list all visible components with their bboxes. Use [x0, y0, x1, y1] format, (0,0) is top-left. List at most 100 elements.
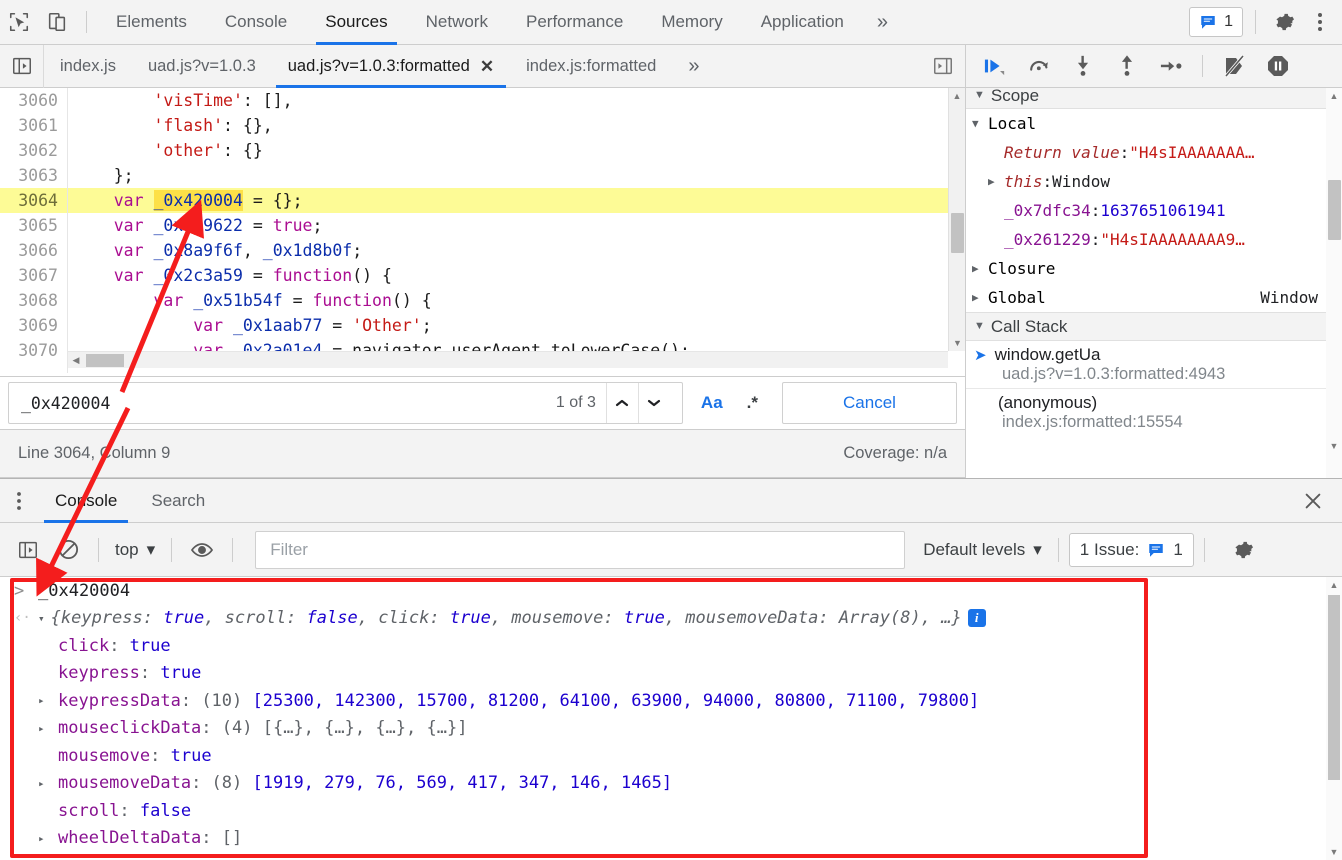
scope-group-local[interactable]: ▼ Local [966, 109, 1342, 138]
console-output[interactable]: > _0x420004 ‹· ▾ {keypress: true, scroll… [0, 577, 1342, 860]
scope-group-global[interactable]: ▶ Global Window [966, 283, 1342, 312]
chevron-right-icon[interactable]: ▸ [38, 722, 52, 735]
line-number[interactable]: 3060 [0, 88, 68, 113]
chevron-right-icon[interactable]: ▸ [38, 777, 52, 790]
search-next-button[interactable] [637, 383, 670, 423]
chevron-right-icon[interactable]: ▸ [38, 694, 52, 707]
code-line[interactable]: 3066 var _0x8a9f6f, _0x1d8b0f; [0, 238, 965, 263]
code-line[interactable]: 3063 }; [0, 163, 965, 188]
tab-performance[interactable]: Performance [507, 0, 642, 45]
line-number[interactable]: 3070 [0, 338, 68, 363]
step-over-icon[interactable] [1024, 51, 1054, 81]
more-files-chevron-icon[interactable]: » [672, 55, 715, 78]
scroll-up-arrow-icon[interactable]: ▲ [1326, 88, 1342, 104]
scrollbar-thumb[interactable] [1328, 180, 1341, 240]
more-panels-chevron-icon[interactable]: » [863, 11, 902, 34]
tab-sources[interactable]: Sources [306, 0, 406, 45]
gear-icon[interactable] [1231, 538, 1255, 562]
tab-application[interactable]: Application [742, 0, 863, 45]
editor-horizontal-scrollbar[interactable]: ◀ [68, 351, 948, 368]
code-line[interactable]: 3061 'flash': {}, [0, 113, 965, 138]
file-tab-index-js[interactable]: index.js [44, 45, 132, 88]
file-tab-uad-js[interactable]: uad.js?v=1.0.3 [132, 45, 272, 88]
scroll-left-arrow-icon[interactable]: ◀ [68, 355, 84, 366]
code-line[interactable]: 3064 var _0x420004 = {}; [0, 188, 965, 213]
kebab-menu-icon[interactable] [1304, 11, 1342, 33]
scope-section-header[interactable]: ▼ Scope [966, 88, 1342, 109]
line-number[interactable]: 3069 [0, 313, 68, 338]
hscrollbar-thumb[interactable] [86, 353, 124, 367]
file-tab-index-js-formatted[interactable]: index.js:formatted [510, 45, 672, 88]
drawer-tab-search[interactable]: Search [134, 478, 222, 523]
scroll-down-arrow-icon[interactable]: ▼ [1326, 844, 1342, 860]
cancel-search-button[interactable]: Cancel [782, 382, 957, 424]
close-icon[interactable] [1284, 490, 1342, 512]
line-number[interactable]: 3064 [0, 188, 68, 213]
console-property-row[interactable]: ▸ wheelDeltaData: [] [0, 825, 1342, 853]
use-regex-button[interactable]: .* [737, 393, 768, 413]
console-issues-badge[interactable]: 1 Issue: 1 [1068, 532, 1194, 567]
console-property-row[interactable]: scroll: false [0, 797, 1342, 825]
tab-network[interactable]: Network [407, 0, 507, 45]
line-number[interactable]: 3067 [0, 263, 68, 288]
tab-elements[interactable]: Elements [97, 0, 206, 45]
step-into-icon[interactable] [1068, 51, 1098, 81]
console-result-summary-row[interactable]: ‹· ▾ {keypress: true, scroll: false, cli… [0, 605, 1342, 633]
code-line[interactable]: 3062 'other': {} [0, 138, 965, 163]
console-sidebar-icon[interactable] [8, 530, 48, 570]
scope-row-this[interactable]: ▶ this: Window [966, 167, 1342, 196]
file-tab-uad-js-formatted[interactable]: uad.js?v=1.0.3:formatted ✕ [272, 45, 510, 88]
call-stack-section-header[interactable]: ▼ Call Stack [966, 313, 1342, 341]
inspect-cursor-icon[interactable] [0, 3, 38, 41]
show-navigator-icon[interactable] [0, 44, 44, 88]
step-out-icon[interactable] [1112, 51, 1142, 81]
call-stack-frame[interactable]: (anonymous) index.js:formatted:15554 [966, 389, 1342, 436]
scroll-up-arrow-icon[interactable]: ▲ [1326, 577, 1342, 593]
clear-console-icon[interactable] [48, 530, 88, 570]
line-number[interactable]: 3063 [0, 163, 68, 188]
code-line[interactable]: 3060 'visTime': [], [0, 88, 965, 113]
execution-context-selector[interactable]: top ▾ [109, 540, 161, 560]
code-line[interactable]: 3068 var _0x51b54f = function() { [0, 288, 965, 313]
line-number[interactable]: 3065 [0, 213, 68, 238]
gear-icon[interactable] [1264, 10, 1304, 34]
code-line[interactable]: 3069 var _0x1aab77 = 'Other'; [0, 313, 965, 338]
scroll-down-arrow-icon[interactable]: ▼ [949, 335, 966, 351]
code-line[interactable]: 3065 var _0x4a9622 = true; [0, 213, 965, 238]
call-stack-frame[interactable]: ➤ window.getUa uad.js?v=1.0.3:formatted:… [966, 341, 1342, 388]
resume-icon[interactable] [980, 51, 1010, 81]
search-input[interactable]: _0x420004 1 of 3 [8, 382, 683, 424]
info-icon[interactable]: i [967, 609, 986, 628]
console-property-row[interactable]: ▸ keypressData: (10) [25300, 142300, 1570… [0, 687, 1342, 715]
device-toolbar-icon[interactable] [38, 3, 76, 41]
tab-console[interactable]: Console [206, 0, 306, 45]
scroll-up-arrow-icon[interactable]: ▲ [949, 88, 965, 104]
tab-memory[interactable]: Memory [642, 0, 741, 45]
kebab-menu-icon[interactable] [0, 490, 38, 512]
chevron-down-icon[interactable]: ▾ [38, 612, 45, 625]
line-number[interactable]: 3062 [0, 138, 68, 163]
close-icon[interactable]: ✕ [480, 58, 494, 75]
code-line[interactable]: 3067 var _0x2c3a59 = function() { [0, 263, 965, 288]
deactivate-breakpoints-icon[interactable] [1219, 51, 1249, 81]
issues-badge[interactable]: 1 [1189, 7, 1243, 37]
scrollbar-thumb[interactable] [1328, 595, 1340, 780]
line-number[interactable]: 3066 [0, 238, 68, 263]
live-expression-eye-icon[interactable] [182, 530, 222, 570]
chevron-right-icon[interactable]: ▸ [38, 832, 52, 845]
pause-on-exceptions-icon[interactable] [1263, 51, 1293, 81]
source-code-editor[interactable]: 3060 'visTime': [], 3061 'flash': {}, 3062… [0, 88, 965, 373]
console-property-row[interactable]: keypress: true [0, 660, 1342, 688]
editor-vertical-scrollbar[interactable]: ▲ ▼ [948, 88, 965, 351]
drawer-tab-console[interactable]: Console [38, 478, 134, 523]
console-vertical-scrollbar[interactable]: ▲ ▼ [1326, 577, 1342, 860]
scroll-down-arrow-icon[interactable]: ▼ [1326, 438, 1342, 454]
console-property-row[interactable]: click: true [0, 632, 1342, 660]
match-case-button[interactable]: Aa [683, 393, 737, 413]
scope-group-closure[interactable]: ▶ Closure [966, 254, 1342, 283]
line-number[interactable]: 3068 [0, 288, 68, 313]
side-panel-scrollbar[interactable]: ▲ ▼ [1326, 88, 1342, 478]
step-icon[interactable] [1156, 51, 1186, 81]
show-debugger-icon[interactable] [921, 45, 965, 88]
scrollbar-thumb[interactable] [951, 213, 964, 253]
